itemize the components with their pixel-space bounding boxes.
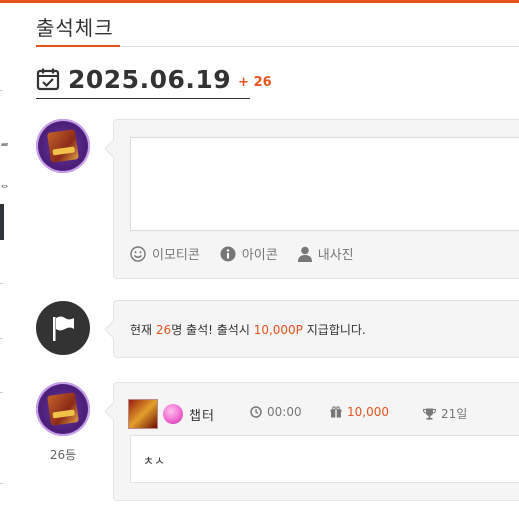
emoticon-button[interactable]: 이모티콘 — [130, 244, 200, 263]
member-ball-icon — [163, 404, 183, 424]
rail-divider — [0, 338, 3, 339]
rail-divider — [0, 90, 3, 91]
title-accent-underline — [36, 45, 120, 47]
entry-days-value: 21일 — [441, 407, 468, 421]
entry-author: 챕터 — [128, 399, 215, 429]
notice-mid: 명 출석! 출석시 — [171, 323, 254, 337]
date-header: 2025.06.19 + 26 — [36, 62, 272, 96]
attendance-date: 2025.06.19 — [68, 64, 232, 94]
left-edge-rail: ᆯ ᆼ — [0, 0, 10, 506]
avatar-emblem — [47, 392, 79, 426]
rail-divider — [0, 392, 3, 393]
attendance-entry: 챕터 00:00 10,000 21일 ㅊㅅ — [113, 382, 519, 501]
my-photo-label: 내사진 — [317, 248, 354, 263]
notice-pre: 현재 — [130, 323, 156, 337]
entry-days: 21일 — [423, 405, 467, 422]
user-icon — [297, 246, 312, 262]
rail-active-block[interactable] — [0, 204, 4, 240]
icon-button[interactable]: 아이콘 — [220, 244, 278, 263]
entry-time: 00:00 — [250, 405, 302, 419]
notice-points: 10,000P — [253, 323, 303, 337]
entry-rank: 26등 — [49, 448, 77, 462]
notice-post: 지급합니다. — [302, 323, 366, 337]
gift-icon — [330, 406, 342, 418]
composer-toolbar: 이모티콘 아이콘 내사진 — [130, 244, 374, 263]
entry-avatar — [36, 382, 90, 436]
comment-composer: 이모티콘 아이콘 내사진 — [113, 119, 519, 279]
level-icon — [128, 399, 158, 429]
clock-icon — [250, 406, 262, 418]
entry-time-value: 00:00 — [267, 405, 302, 419]
avatar-emblem — [47, 129, 79, 163]
flag-icon — [53, 316, 74, 341]
icon-label: 아이콘 — [241, 248, 278, 263]
calendar-check-icon — [36, 68, 60, 91]
page-title: 출석체크 — [36, 16, 114, 40]
rail-divider — [0, 483, 3, 484]
date-underline — [36, 98, 250, 99]
entry-nickname[interactable]: 챕터 — [189, 405, 215, 424]
top-accent-bar — [0, 0, 519, 3]
rail-divider — [0, 283, 3, 284]
entry-message: ㅊㅅ — [143, 454, 166, 468]
smile-icon — [130, 245, 146, 262]
rail-glyph: ᆼ — [0, 179, 10, 190]
info-icon — [220, 246, 236, 261]
notice-text: 현재 26명 출석! 출석시 10,000P 지급합니다. — [130, 321, 366, 338]
my-photo-button[interactable]: 내사진 — [297, 244, 354, 263]
rail-glyph: ᆯ — [0, 137, 10, 148]
comment-textarea[interactable] — [130, 137, 519, 231]
notice-count: 26 — [155, 323, 172, 337]
entry-points-value: 10,000 — [347, 405, 389, 419]
attendance-notice: 현재 26명 출석! 출석시 10,000P 지급합니다. — [113, 300, 519, 358]
emoticon-label: 이모티콘 — [152, 248, 200, 263]
entry-points: 10,000 — [330, 405, 389, 419]
entry-message-box: ㅊㅅ — [130, 435, 519, 483]
attendance-count-badge: + 26 — [238, 74, 272, 90]
notice-avatar — [36, 301, 90, 355]
avatar — [36, 119, 90, 173]
trophy-icon — [423, 408, 436, 420]
